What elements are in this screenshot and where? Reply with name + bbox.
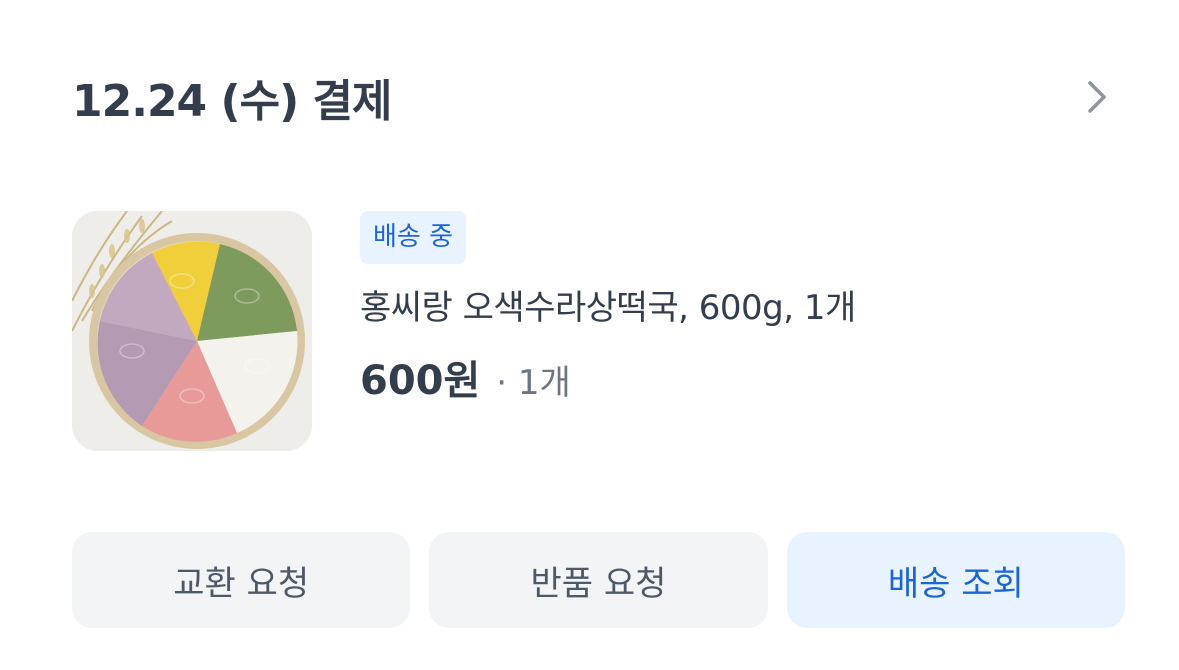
status-badge: 배송 중 [360,211,467,264]
track-delivery-button[interactable]: 배송 조회 [786,532,1125,628]
product-name[interactable]: 홍씨랑 오색수라상떡국, 600g, 1개 [360,284,1120,332]
product-price: 600원 [360,358,481,404]
price-row: 600원 · 1개 [360,348,1120,406]
exchange-request-button[interactable]: 교환 요청 [72,532,411,628]
return-request-button[interactable]: 반품 요청 [429,532,768,628]
product-quantity: · 1개 [496,363,571,403]
order-actions: 교환 요청 반품 요청 배송 조회 [72,532,1125,628]
product-info: 배송 중 홍씨랑 오색수라상떡국, 600g, 1개 600원 · 1개 [360,211,1120,406]
product-image[interactable] [72,211,312,451]
chevron-right-icon[interactable] [1082,77,1112,117]
order-header[interactable]: 12.24 (수) 결제 [72,62,1112,132]
order-date-title: 12.24 (수) 결제 [72,76,392,127]
